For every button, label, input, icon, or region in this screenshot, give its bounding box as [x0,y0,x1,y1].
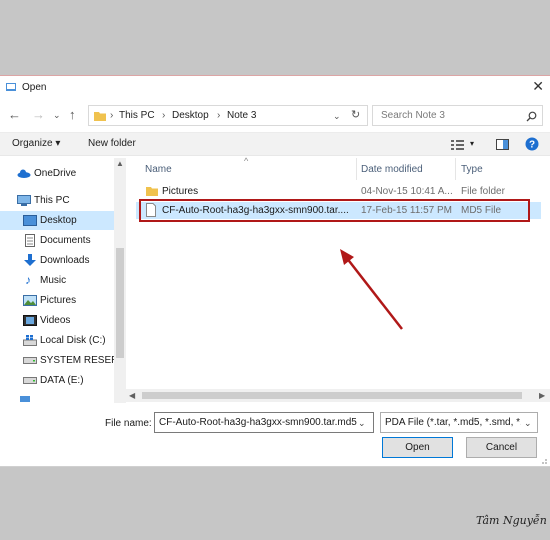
breadcrumb-separator-icon: › [110,110,114,121]
sidebar-item-label: Desktop [40,215,77,226]
music-note-icon: ♪ [25,273,31,287]
preview-pane-icon[interactable] [496,139,509,150]
sidebar-item-documents[interactable]: Documents [0,231,114,250]
column-header-name[interactable]: Name [145,164,172,182]
column-divider[interactable] [356,158,357,180]
breadcrumb-note-3[interactable]: Note 3 [227,110,256,121]
windows-drive-icon [23,335,37,346]
forward-arrow-icon[interactable]: → [32,107,45,122]
breadcrumb-separator-icon: › [162,110,166,121]
file-type-value: PDA File (*.tar, *.md5, *.smd, *. [385,417,521,428]
sidebar-item-videos[interactable]: Videos [0,311,114,330]
computer-icon [17,195,31,206]
view-dropdown-icon[interactable]: ▾ [470,139,474,148]
folder-icon [94,112,106,121]
command-bar: Organize ▾ New folder ▾ ? [0,132,550,156]
navigation-pane: OneDrive This PC Desktop Documents Downl… [0,158,114,403]
open-button[interactable]: Open [382,437,453,458]
sidebar-item-music[interactable]: ♪ Music [0,271,114,290]
file-date: 04-Nov-15 10:41 A... [361,186,453,197]
file-name-input[interactable]: CF-Auto-Root-ha3g-ha3gxx-smn900.tar.md5 … [154,412,374,433]
up-arrow-icon[interactable]: ↑ [69,107,76,122]
chevron-down-icon[interactable]: ⌄ [358,418,366,429]
file-name: Pictures [162,186,199,197]
sidebar-item-label: DATA (E:) [40,375,84,386]
resize-grip-icon[interactable] [539,456,548,465]
file-list-horizontal-scrollbar[interactable]: ◀ ▶ [126,389,550,402]
scroll-left-icon[interactable]: ◀ [129,391,135,400]
sidebar-item-desktop[interactable]: Desktop [0,211,114,230]
folder-icon [146,187,158,196]
app-icon [6,83,16,91]
sidebar-item-system-reserved[interactable]: SYSTEM RESERV [0,351,114,370]
search-icon[interactable] [526,111,537,122]
sidebar-item-label: Videos [40,315,71,326]
sidebar-item-label: Local Disk (C:) [40,335,106,346]
sidebar-item-label: Music [40,275,67,286]
sidebar-item-local-disk[interactable]: Local Disk (C:) [0,331,114,350]
breadcrumb-desktop[interactable]: Desktop [172,110,209,121]
scroll-right-icon[interactable]: ▶ [539,391,545,400]
drive-icon [23,377,37,384]
sidebar-item-label: Pictures [40,295,77,306]
new-folder-button[interactable]: New folder [88,138,136,149]
network-icon [20,396,30,402]
title-bar: Open ✕ [0,76,550,99]
sidebar-scroll-thumb[interactable] [116,248,124,358]
scroll-up-icon[interactable]: ▲ [116,159,124,168]
column-divider[interactable] [455,158,456,180]
file-name-value: CF-Auto-Root-ha3g-ha3gxx-smn900.tar.md5 [159,417,357,428]
column-header-date-modified[interactable]: Date modified [361,164,423,182]
address-bar[interactable]: › This PC › Desktop › Note 3 ⌄ ↻ [88,105,368,126]
file-row-pictures[interactable]: Pictures 04-Nov-15 10:41 A... File folde… [136,183,541,200]
address-dropdown-icon[interactable]: ⌄ [333,111,341,122]
sidebar-item-label: OneDrive [34,168,77,179]
annotation-arrow-icon [340,249,403,330]
film-icon [23,315,37,326]
sidebar-item-label: This PC [34,195,70,206]
search-input[interactable]: Search Note 3 [372,105,543,126]
view-options-icon[interactable] [451,139,465,150]
close-icon[interactable]: ✕ [532,78,544,95]
sidebar-item-onedrive[interactable]: OneDrive [0,164,114,183]
chevron-down-icon[interactable]: ⌄ [524,418,532,429]
cancel-button[interactable]: Cancel [466,437,537,458]
svg-text:?: ? [529,140,535,151]
sidebar-item-label: Downloads [40,255,90,266]
file-name-label: File name: [105,418,152,429]
author-signature: Tâm Nguyễn [476,514,547,527]
download-arrow-icon [24,254,36,266]
window-title: Open [22,82,47,93]
file-type: File folder [461,186,505,197]
sidebar-item-network[interactable] [0,394,114,403]
sidebar-item-pictures[interactable]: Pictures [0,291,114,310]
sidebar-scrollbar[interactable]: ▲ [114,158,126,403]
horizontal-scroll-thumb[interactable] [142,392,522,399]
search-placeholder: Search Note 3 [381,110,445,121]
sidebar-item-label: SYSTEM RESERV [40,355,114,366]
organize-button[interactable]: Organize ▾ [12,138,60,149]
refresh-icon[interactable]: ↻ [351,108,360,121]
help-icon[interactable]: ? [525,137,539,151]
highlight-box [139,199,530,222]
file-type-select[interactable]: PDA File (*.tar, *.md5, *.smd, *. ⌄ [380,412,538,433]
recent-locations-icon[interactable]: ⌄ [53,110,61,121]
open-file-dialog: Open ✕ ← → ⌄ ↑ › This PC › Desktop › Not… [0,75,550,467]
cloud-icon [17,169,31,178]
sidebar-item-downloads[interactable]: Downloads [0,251,114,270]
sort-ascending-icon: ^ [244,156,249,166]
sidebar-item-this-pc[interactable]: This PC [0,191,114,210]
breadcrumb-this-pc[interactable]: This PC [119,110,155,121]
sidebar-item-label: Documents [40,235,91,246]
drive-icon [23,357,37,364]
sidebar-item-data-drive[interactable]: DATA (E:) [0,371,114,390]
breadcrumb-separator-icon: › [217,110,221,121]
picture-icon [23,295,37,306]
navigation-bar: ← → ⌄ ↑ › This PC › Desktop › Note 3 ⌄ ↻… [0,102,550,128]
document-icon [25,234,35,247]
column-header-type[interactable]: Type [461,164,483,182]
desktop-icon [23,215,37,226]
back-arrow-icon[interactable]: ← [8,107,21,122]
